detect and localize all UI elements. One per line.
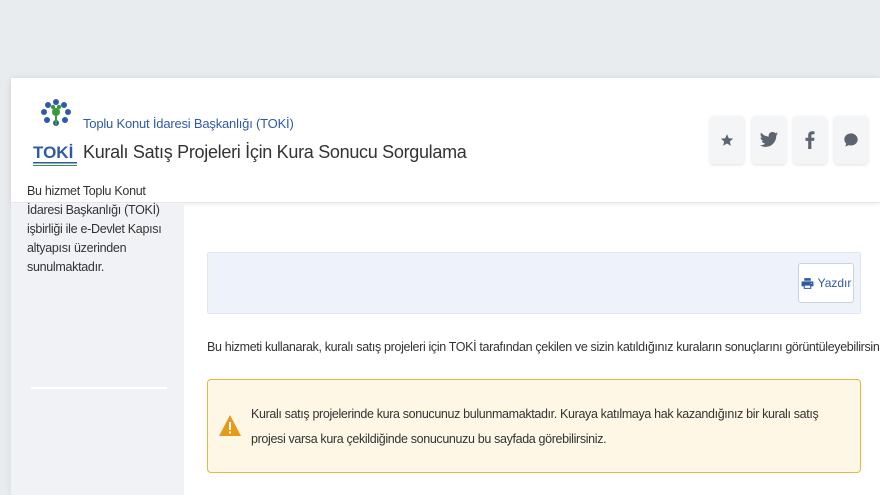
star-icon [720,134,734,146]
sidebar-divider [31,387,167,389]
feedback-button[interactable] [834,116,868,164]
warning-message: Kuralı satış projelerinde kura sonucunuz… [251,407,819,446]
intro-text: Bu hizmeti kullanarak, kuralı satış proj… [207,340,880,354]
action-toolbar [207,252,861,314]
toki-logo: TOKİ [31,96,81,182]
twitter-icon [759,131,779,147]
facebook-share-button[interactable] [793,116,827,164]
warning-icon [218,414,242,438]
print-label: Yazdır [817,276,852,290]
institution-name: Toplu Konut İdaresi Başkanlığı (TOKİ) [83,116,294,131]
service-description: Bu hizmet Toplu Konut İdaresi Başkanlığı… [27,184,162,274]
favorite-button[interactable] [710,116,744,164]
twitter-share-button[interactable] [752,116,786,164]
print-button[interactable]: Yazdır [798,263,854,303]
svg-text:TOKİ: TOKİ [33,143,73,162]
facebook-icon [805,131,815,149]
comment-icon [844,133,858,147]
page-title: Kuralı Satış Projeleri İçin Kura Sonucu … [83,142,467,162]
printer-icon [801,277,814,289]
page-background-strip [0,0,880,78]
